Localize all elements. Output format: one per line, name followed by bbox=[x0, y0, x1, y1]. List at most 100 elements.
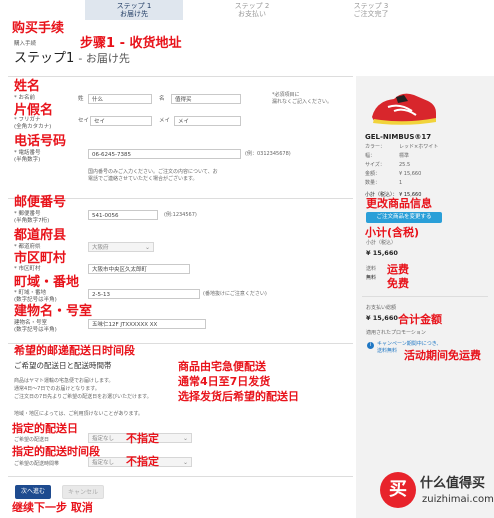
annotation-street: 町域・番地 bbox=[14, 275, 80, 290]
pref-select-value: 大阪府 bbox=[92, 245, 109, 251]
shipping-label: 送料 bbox=[366, 266, 377, 272]
chevron-down-icon: ⌄ bbox=[182, 459, 188, 466]
kana-label: * フリガナ (全角カタカナ) bbox=[14, 117, 52, 130]
annotation-step1: 步骤1 - 收货地址 bbox=[80, 36, 182, 51]
annotation-time: 指定的配送时间段 bbox=[12, 445, 100, 458]
product-details: カラー： レッド×ホワイト 幅： 標準 サイズ： 25.5 金額： ¥ 15,660 数… bbox=[365, 144, 477, 189]
product-name: GEL-NIMBUS®17 bbox=[365, 133, 432, 141]
annotation-promo: 活动期间免运费 bbox=[404, 349, 481, 362]
subtotal-value: ¥ 15,660 bbox=[366, 249, 398, 257]
order-summary-sidebar bbox=[356, 76, 494, 518]
annotation-delivery-heading: 希望的邮递配送日时间段 bbox=[14, 344, 135, 357]
pref-label: * 都道府県 bbox=[14, 244, 41, 250]
divider bbox=[8, 76, 353, 77]
delivery-text-1: 商品はヤマト運輸の宅急便でお届けします。 bbox=[14, 378, 114, 384]
step-1-number: ステップ 1 bbox=[116, 2, 152, 10]
step-1: ステップ 1 お届け先 bbox=[85, 0, 183, 20]
annotation-total: 合计金额 bbox=[398, 313, 442, 326]
product-image bbox=[372, 93, 436, 125]
step-3: ステップ 3 ご注文完了 bbox=[322, 0, 420, 20]
annotation-pref: 都道府县 bbox=[14, 228, 67, 243]
page-title-main: ステップ1 bbox=[14, 51, 75, 66]
street-input[interactable]: 2-5-13 bbox=[88, 289, 200, 299]
annotation-subtotal: 小计(含税) bbox=[365, 226, 420, 239]
annotation-change-item: 更改商品信息 bbox=[366, 197, 432, 210]
chevron-down-icon: ⌄ bbox=[182, 435, 188, 442]
step-2: ステップ 2 お支払い bbox=[203, 0, 301, 20]
detail-row: 幅： 標準 bbox=[365, 153, 410, 159]
name-sei-input[interactable]: 什么 bbox=[88, 94, 152, 104]
change-item-button[interactable]: ご注文商品を変更する bbox=[366, 212, 442, 223]
name-sei-label: 姓 bbox=[78, 96, 84, 102]
phone-example: (例：0312345678) bbox=[245, 151, 291, 157]
annotation-not-specified: 不指定 bbox=[126, 455, 159, 468]
subtotal-label: 小計（税込） bbox=[366, 240, 397, 246]
name-label: * お名前 bbox=[14, 95, 35, 101]
detail-row: カラー： レッド×ホワイト bbox=[365, 144, 439, 150]
cancel-button[interactable]: キャンセル bbox=[62, 485, 104, 499]
kana-mei-label: メイ bbox=[159, 118, 171, 124]
step-2-label: お支払い bbox=[238, 10, 266, 18]
total-label: お支払い総額 bbox=[366, 305, 397, 311]
kana-sei-label: セイ bbox=[78, 118, 90, 124]
page-title: ステップ1 - お届け先 bbox=[14, 51, 130, 67]
required-note: *必須項目に 漏れなくご記入ください。 bbox=[272, 92, 333, 105]
divider bbox=[362, 296, 488, 297]
delivery-heading: ご希望の配送日と配送時間帯 bbox=[14, 361, 112, 370]
city-label: * 市区町村 bbox=[14, 266, 41, 272]
annotation-zip: 邮便番号 bbox=[14, 195, 67, 210]
watermark-text: 什么值得买 bbox=[420, 476, 486, 491]
delivery-time-label: ご希望の配送時間帯 bbox=[14, 461, 60, 467]
total-value: ¥ 15,660 bbox=[366, 314, 398, 322]
annotation-delivery-info: 商品由宅急便配送 通常4日至7日发货 选择发货后希望的配送日 bbox=[178, 360, 299, 403]
detail-row: 金額： ¥ 15,660 bbox=[365, 171, 422, 177]
delivery-text-4: 地域・地区によっては、ご利用頂けないことがあります。 bbox=[14, 411, 144, 417]
annotation-next-cancel: 继续下一步 取消 bbox=[12, 501, 93, 514]
annotation-city: 市区町村 bbox=[14, 251, 67, 266]
building-label: 建物名・号室 (数字記号は半角) bbox=[14, 320, 57, 333]
info-icon: i bbox=[367, 342, 374, 349]
delivery-date-value: 指定なし bbox=[92, 436, 115, 442]
annotation-building: 建物名・号室 bbox=[14, 304, 93, 319]
delivery-time-value: 指定なし bbox=[92, 460, 115, 466]
annotation-name: 姓名 bbox=[14, 79, 41, 94]
zip-label: * 郵便番号 (半角数字7桁) bbox=[14, 211, 50, 224]
zip-input[interactable]: 541-0056 bbox=[88, 210, 158, 220]
watermark-url: zuizhimai.com bbox=[422, 494, 494, 505]
name-mei-input[interactable]: 值得买 bbox=[171, 94, 241, 104]
kana-mei-input[interactable]: メイ bbox=[174, 116, 241, 126]
chevron-down-icon: ⌄ bbox=[144, 244, 150, 251]
annotation-free: 免费 bbox=[387, 277, 409, 290]
building-input[interactable]: 五味仁12F JTXXXXXX XX bbox=[88, 319, 206, 329]
phone-note: 国内番号のみご入力ください。ご注文の内容について、お 電話でご連絡させていただく… bbox=[88, 169, 218, 182]
watermark-logo: 买 bbox=[380, 472, 416, 508]
zip-example: (例:1234567) bbox=[164, 212, 197, 218]
city-input[interactable]: 大阪市中央区久太郎町 bbox=[88, 264, 190, 274]
shipping-value: 無料 bbox=[366, 275, 377, 281]
phone-input[interactable]: 06-6245-7385 bbox=[88, 149, 241, 159]
delivery-text-3: ご注文日の7日先よりご希望の配送日をお選びいただけます。 bbox=[14, 394, 152, 400]
page-subtitle: 購入手続 bbox=[14, 41, 37, 47]
delivery-text-2: 通常4日〜7日でのお届けとなります。 bbox=[14, 386, 100, 392]
annotation-buy-procedure: 购买手续 bbox=[12, 21, 65, 36]
annotation-kana: 片假名 bbox=[14, 103, 54, 118]
step-3-label: ご注文完了 bbox=[353, 10, 389, 18]
detail-row: サイズ： 25.5 bbox=[365, 162, 411, 168]
name-mei-label: 名 bbox=[159, 96, 165, 102]
next-button[interactable]: 次へ進む bbox=[15, 485, 51, 499]
street-label: * 町域・番地 (数字記号は半角) bbox=[14, 290, 57, 303]
annotation-date: 指定的配送日 bbox=[12, 422, 78, 435]
phone-label: * 電話番号 (半角数字) bbox=[14, 150, 41, 163]
step-2-number: ステップ 2 bbox=[234, 2, 270, 10]
divider bbox=[8, 476, 353, 477]
pref-select[interactable]: 大阪府 ⌄ bbox=[88, 242, 154, 252]
page-title-suffix: - お届け先 bbox=[78, 52, 130, 65]
annotation-not-specified: 不指定 bbox=[126, 432, 159, 445]
delivery-date-label: ご希望の配送日 bbox=[14, 437, 50, 443]
street-note: (番地抜けにご注意ください) bbox=[203, 291, 267, 297]
annotation-phone: 电话号码 bbox=[14, 134, 67, 149]
annotation-shipping: 运费 bbox=[387, 263, 409, 276]
kana-sei-input[interactable]: セイ bbox=[90, 116, 152, 126]
detail-row: 数量： 1 bbox=[365, 180, 403, 186]
checkout-steps: ステップ 1 お届け先 ステップ 2 お支払い ステップ 3 ご注文完了 bbox=[85, 0, 420, 20]
